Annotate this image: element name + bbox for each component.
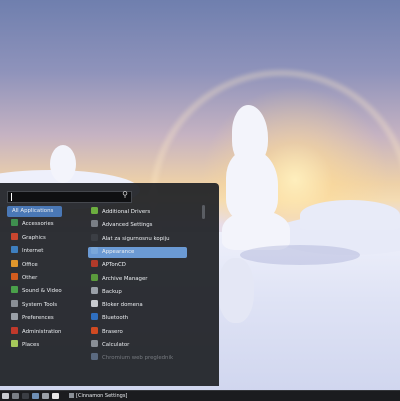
browser-icon[interactable] [32,393,39,399]
application-icon [91,286,98,294]
settings-icon [69,393,74,398]
application-menu: ⚲ All Applications Accessories Graphics Int… [0,183,219,386]
category-icon [11,340,18,347]
category-icon [11,299,18,307]
category-label: Places [22,342,40,348]
category-label: Administration [22,328,62,335]
application-item[interactable]: Bluetooth [88,313,187,324]
category-label: Office [22,261,38,268]
application-item[interactable]: Bloker domena [88,300,187,311]
application-icon [91,313,98,321]
category-icon [11,219,18,227]
application-icon [91,207,98,214]
category-icon [11,246,18,254]
editor-icon[interactable] [42,393,49,399]
search-icon[interactable]: ⚲ [122,190,128,199]
category-icon [11,286,18,294]
application-label: Backup [102,288,122,295]
application-label: Appearance [102,248,135,255]
category-label: Other [22,275,38,281]
category-label: Sound & Video [22,288,62,295]
application-label: APTonCD [102,262,126,269]
text-caret [11,193,12,201]
snow-shadow [240,245,360,265]
application-item[interactable]: Chromium web preglednik [88,353,187,364]
category-icon [11,326,18,334]
category-label: Accessories [22,221,54,228]
category-item[interactable]: Places [7,340,62,351]
application-label: Archive Manager [102,275,148,282]
category-icon [11,313,18,321]
application-label: Calculator [102,342,130,348]
category-label: System Tools [22,301,58,308]
application-item[interactable]: Archive Manager [88,273,187,285]
snow-mound [218,258,254,323]
application-label: Additional Drivers [102,209,151,215]
category-item[interactable]: Sound & Video [7,286,62,297]
menu-icon[interactable] [2,393,9,399]
shield-icon[interactable] [52,393,59,399]
application-label: Chromium web preglednik [102,355,174,362]
application-icon [91,326,98,334]
application-label: Bluetooth [102,315,129,322]
category-icon [11,259,18,267]
category-label: All Applications [12,208,54,214]
application-item[interactable]: Additional Drivers [88,207,187,218]
category-icon [11,232,18,240]
application-icon [91,300,98,308]
taskbar-window-button[interactable]: [Cinnamon Settings] [69,392,127,400]
application-item[interactable]: APTonCD [88,260,187,271]
taskbar: [Cinnamon Settings] [0,390,400,401]
application-item[interactable]: Brasero [88,326,187,338]
application-label: Bloker domena [102,302,143,309]
application-item[interactable]: Calculator [88,340,187,351]
terminal-icon[interactable] [22,393,29,399]
category-item[interactable]: Administration [7,326,62,338]
application-label: Alat za sigurnosnu kopiju [102,235,170,242]
application-item[interactable]: Backup [88,286,187,298]
category-label: Graphics [22,234,46,241]
application-item[interactable]: Alat za sigurnosnu kopiju [88,233,187,245]
application-item[interactable]: Appearance [88,246,187,258]
application-icon [91,340,98,347]
category-item[interactable]: Other [7,273,62,284]
scrollbar[interactable] [202,205,205,219]
category-icon [11,273,18,280]
category-item[interactable]: System Tools [7,299,62,311]
application-label: Brasero [102,328,123,335]
category-label: Preferences [22,315,54,322]
application-icon [91,246,98,254]
files-icon[interactable] [12,393,19,399]
category-item[interactable]: Accessories [7,219,62,230]
application-icon [91,220,98,228]
category-item[interactable]: Graphics [7,232,62,244]
application-icon [91,233,98,241]
application-icon [91,353,98,361]
taskbar-window-label: [Cinnamon Settings] [76,393,128,399]
application-label: Advanced Settings [102,222,153,229]
application-icon [91,273,98,281]
category-item[interactable]: Preferences [7,313,62,324]
search-input[interactable]: ⚲ [7,190,132,203]
snow-tree [50,145,76,183]
snow-tree [222,210,290,250]
application-icon [91,260,98,268]
category-item[interactable]: Office [7,259,62,271]
application-item[interactable]: Advanced Settings [88,220,187,231]
category-item[interactable]: All Applications [7,206,62,217]
snow-trees [300,200,400,230]
category-label: Internet [22,248,44,255]
category-item[interactable]: Internet [7,246,62,257]
